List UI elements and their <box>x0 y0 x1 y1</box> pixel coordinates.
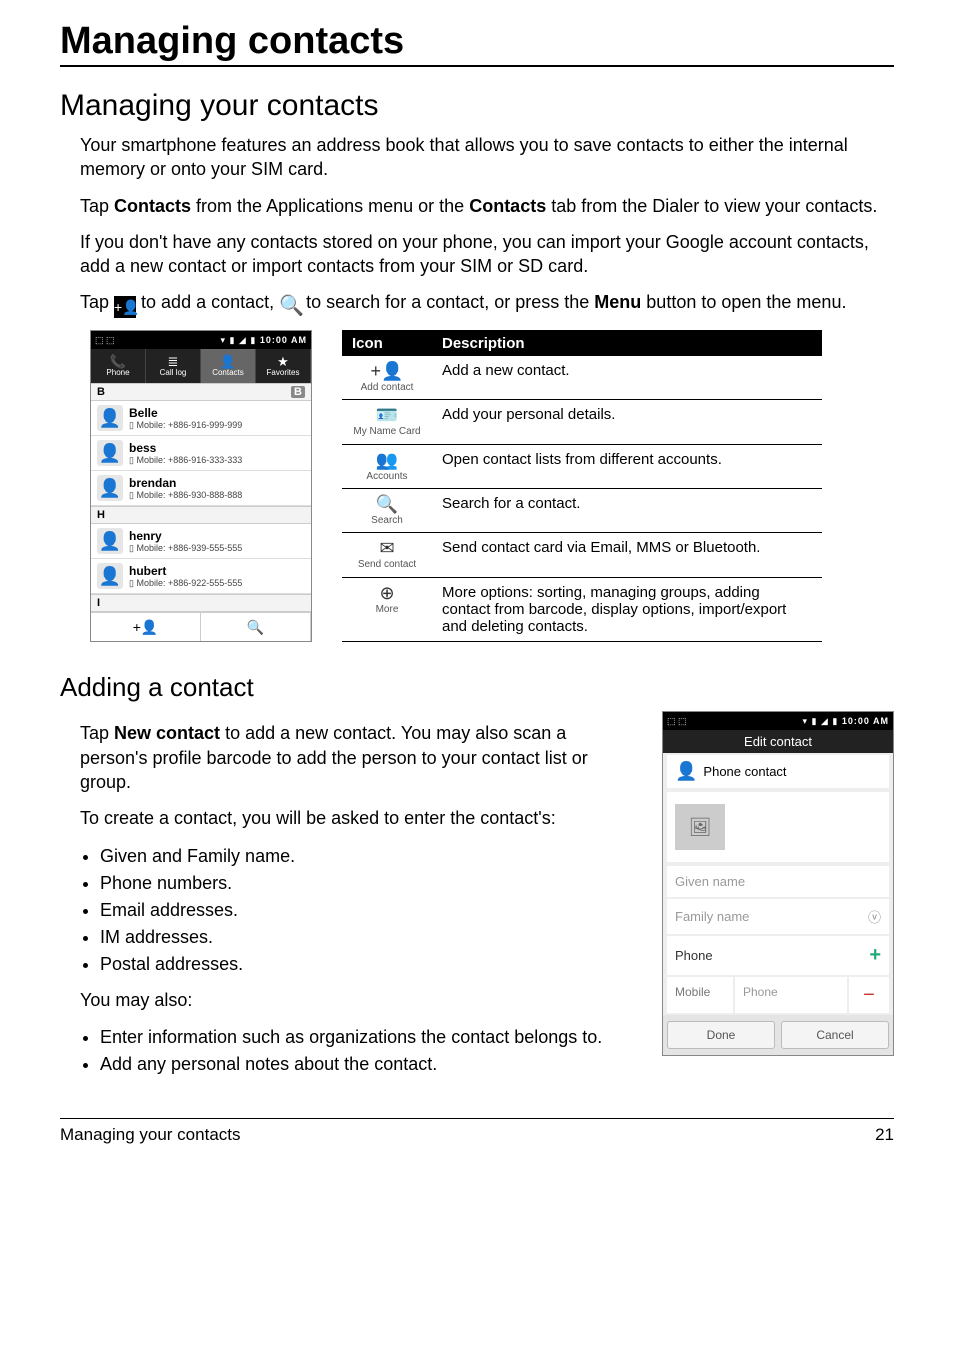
status-signal-icon: ▾ ▮ ◢ ▮ <box>220 335 256 345</box>
tab-favorites[interactable]: ★Favorites <box>256 349 311 383</box>
sub-heading-adding: Adding a contact <box>60 672 894 703</box>
photo-placeholder-icon: 🖼 <box>675 804 725 850</box>
bullet-item: Given and Family name. <box>100 843 632 870</box>
contact-row[interactable]: 👤 bess▯ Mobile: +886-916-333-333 <box>91 436 311 471</box>
status-bar: ⬚ ⬚ ▾ ▮ ◢ ▮ 10:00 AM <box>91 331 311 349</box>
remove-phone-icon[interactable]: − <box>849 977 889 1013</box>
bullet-item: Email addresses. <box>100 897 632 924</box>
sim-icon: ▯ <box>129 455 134 465</box>
avatar-icon: 👤 <box>97 528 123 554</box>
page-title: Managing contacts <box>60 20 894 67</box>
contact-row[interactable]: 👤 Belle▯ Mobile: +886-916-999-999 <box>91 401 311 436</box>
sim-icon: ▯ <box>129 578 134 588</box>
icon-description-table: Icon Description +👤Add contact Add a new… <box>342 330 822 642</box>
send-contact-icon: ✉ <box>352 539 422 557</box>
given-name-field[interactable]: Given name <box>667 866 889 897</box>
index-letter-b: B <box>291 386 305 398</box>
table-desc: Search for a contact. <box>432 488 822 532</box>
status-bar: ⬚ ⬚ ▾ ▮ ◢ ▮ 10:00 AM <box>663 712 893 730</box>
table-head-description: Description <box>432 330 822 355</box>
bullet-item: Postal addresses. <box>100 951 632 978</box>
family-name-field[interactable]: Family name ⓥ <box>667 899 889 934</box>
contact-row[interactable]: 👤 brendan▯ Mobile: +886-930-888-888 <box>91 471 311 506</box>
table-desc: More options: sorting, managing groups, … <box>432 577 822 642</box>
contact-photo-area[interactable]: 🖼 <box>667 792 889 862</box>
contact-type-row[interactable]: 👤 Phone contact <box>667 755 889 788</box>
bullet-item: Phone numbers. <box>100 870 632 897</box>
avatar-icon: 👤 <box>97 405 123 431</box>
status-signal-icon: ▾ ▮ ◢ ▮ <box>802 716 838 726</box>
accounts-icon: 👥 <box>352 451 422 469</box>
status-time: 10:00 AM <box>260 335 307 345</box>
sim-icon: ▯ <box>129 490 134 500</box>
section-letter-i: I <box>91 594 311 612</box>
search-button[interactable]: 🔍 <box>201 613 311 641</box>
table-head-icon: Icon <box>342 330 432 355</box>
avatar-icon: 👤 <box>97 475 123 501</box>
sim-icon: ▯ <box>129 420 134 430</box>
section-letter-h: H <box>91 506 311 524</box>
tab-call-log[interactable]: ≣Call log <box>146 349 201 383</box>
intro-paragraph-1: Your smartphone features an address book… <box>80 133 894 182</box>
table-desc: Send contact card via Email, MMS or Blue… <box>432 533 822 577</box>
intro-paragraph-3: If you don't have any contacts stored on… <box>80 230 894 279</box>
bullet-item: Add any personal notes about the contact… <box>100 1051 632 1078</box>
adding-paragraph-3: You may also: <box>80 988 632 1012</box>
add-contact-icon: +👤 <box>114 296 136 318</box>
edit-contact-screenshot: ⬚ ⬚ ▾ ▮ ◢ ▮ 10:00 AM Edit contact 👤 Phon… <box>662 711 894 1056</box>
field-bullets: Given and Family name. Phone numbers. Em… <box>100 843 632 978</box>
tab-phone[interactable]: 📞Phone <box>91 349 146 383</box>
bullet-item: Enter information such as organizations … <box>100 1024 632 1051</box>
adding-paragraph-1: Tap New contact to add a new contact. Yo… <box>80 721 632 794</box>
phone-number-field[interactable]: Phone <box>735 977 847 1013</box>
add-contact-button[interactable]: +👤 <box>91 613 201 641</box>
extra-bullets: Enter information such as organizations … <box>100 1024 632 1078</box>
table-desc: Add your personal details. <box>432 400 822 444</box>
phone-contact-icon: 👤 <box>675 761 697 782</box>
avatar-icon: 👤 <box>97 563 123 589</box>
tab-contacts[interactable]: 👤Contacts <box>201 349 256 383</box>
expand-name-icon[interactable]: ⓥ <box>868 907 881 926</box>
intro-paragraph-4: Tap +👤 to add a contact, 🔍 to search for… <box>80 290 894 318</box>
phone-section-label: Phone + <box>667 936 889 975</box>
page-number: 21 <box>875 1125 894 1145</box>
sim-icon: ▯ <box>129 543 134 553</box>
add-contact-icon: +👤 <box>352 362 422 380</box>
cancel-button[interactable]: Cancel <box>781 1021 889 1049</box>
contacts-tabs: 📞Phone ≣Call log 👤Contacts ★Favorites <box>91 349 311 383</box>
edit-contact-title: Edit contact <box>663 730 893 753</box>
contact-row[interactable]: 👤 henry▯ Mobile: +886-939-555-555 <box>91 524 311 559</box>
status-time: 10:00 AM <box>842 716 889 726</box>
favorites-icon: ★ <box>277 355 289 368</box>
footer-title: Managing your contacts <box>60 1125 241 1145</box>
avatar-icon: 👤 <box>97 440 123 466</box>
status-left-icons: ⬚ ⬚ <box>667 716 687 727</box>
intro-paragraph-2: Tap Contacts from the Applications menu … <box>80 194 894 218</box>
section-letter-b: B <box>97 386 105 398</box>
phone-icon: 📞 <box>110 355 126 368</box>
adding-paragraph-2: To create a contact, you will be asked t… <box>80 806 632 830</box>
table-desc: Open contact lists from different accoun… <box>432 444 822 488</box>
contacts-icon: 👤 <box>220 355 236 368</box>
bullet-item: IM addresses. <box>100 924 632 951</box>
add-phone-icon[interactable]: + <box>869 944 881 967</box>
status-left-icons: ⬚ ⬚ <box>95 335 115 346</box>
contacts-screenshot: ⬚ ⬚ ▾ ▮ ◢ ▮ 10:00 AM 📞Phone ≣Call log 👤C… <box>90 330 312 642</box>
contact-row[interactable]: 👤 hubert▯ Mobile: +886-922-555-555 <box>91 559 311 594</box>
more-icon: ⊕ <box>352 584 422 602</box>
phone-type-selector[interactable]: Mobile <box>667 977 733 1013</box>
name-card-icon: 🪪 <box>352 406 422 424</box>
table-desc: Add a new contact. <box>432 356 822 400</box>
call-log-icon: ≣ <box>168 355 179 368</box>
search-icon: 🔍 <box>279 295 301 317</box>
done-button[interactable]: Done <box>667 1021 775 1049</box>
section-heading: Managing your contacts <box>60 89 894 123</box>
search-icon: 🔍 <box>352 495 422 513</box>
